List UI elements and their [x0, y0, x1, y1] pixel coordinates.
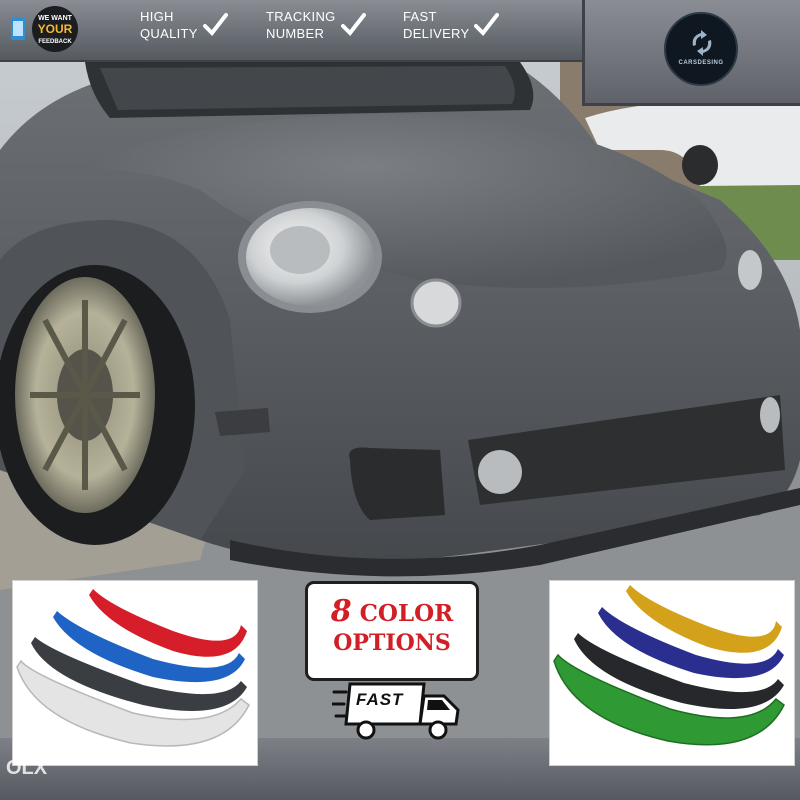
- feature-line2: DELIVERY: [403, 26, 470, 41]
- color-options-box: 8 COLOR OPTIONS: [305, 581, 479, 681]
- badge-line1: WE WANT: [38, 15, 73, 22]
- color-word: COLOR: [359, 600, 454, 627]
- options-word: OPTIONS: [333, 630, 451, 656]
- badge-line3: FEEDBACK: [38, 39, 72, 45]
- feature-fast-delivery: FAST DELIVERY: [403, 8, 500, 42]
- badge-line2: YOUR: [38, 22, 73, 36]
- color-swatch-card-left: [12, 580, 258, 766]
- feature-line1: FAST: [403, 9, 437, 24]
- brand-logo-text: CARSDESING: [678, 60, 724, 66]
- brand-logo-panel: CARSDESING: [582, 0, 800, 106]
- checkmark-icon: [474, 13, 500, 37]
- top-info-bar: WE WANT YOUR FEEDBACK HIGH QUALITY TRACKI…: [0, 0, 585, 62]
- feature-line2: QUALITY: [140, 26, 198, 41]
- phone-icon: [11, 18, 25, 40]
- color-count: 8: [330, 594, 352, 629]
- checkmark-icon: [340, 13, 366, 37]
- feature-high-quality: HIGH QUALITY: [140, 8, 228, 42]
- fast-label: FAST: [356, 690, 404, 709]
- checkmark-icon: [202, 13, 228, 37]
- brand-logo[interactable]: CARSDESING: [664, 12, 738, 86]
- feedback-badge[interactable]: WE WANT YOUR FEEDBACK: [8, 6, 84, 52]
- feature-tracking-number: TRACKING NUMBER: [266, 8, 366, 42]
- color-swatch-card-right: [549, 580, 795, 766]
- watermark: OLX: [6, 757, 48, 779]
- feature-line1: TRACKING: [266, 9, 336, 24]
- feature-line1: HIGH: [140, 9, 174, 24]
- feature-line2: NUMBER: [266, 26, 325, 41]
- recycle-arrows-icon: [692, 30, 712, 56]
